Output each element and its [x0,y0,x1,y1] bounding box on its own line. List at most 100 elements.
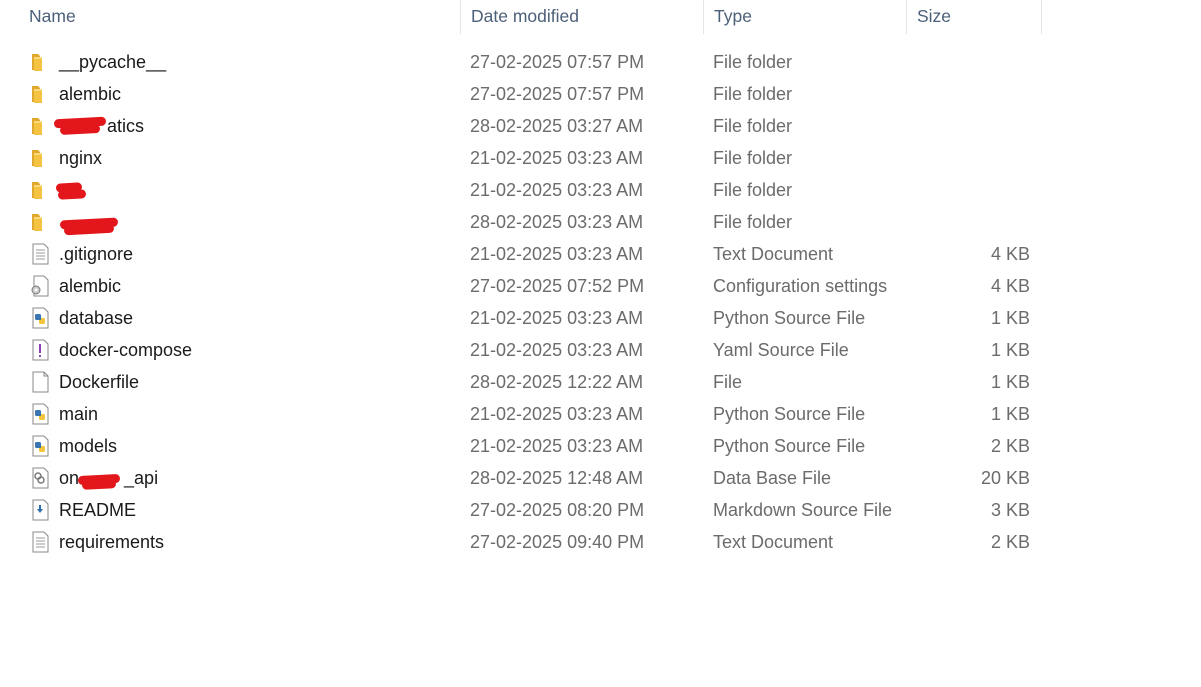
file-type: Yaml Source File [713,340,849,360]
file-type: Configuration settings [713,276,888,296]
file-date-modified: 21-02-2025 03:23 AM [470,148,644,168]
file-date-modified: 27-02-2025 08:20 PM [470,500,645,520]
file-name-part: on [59,468,80,488]
file-date-modified: 21-02-2025 03:23 AM [470,180,644,200]
file-row[interactable]: database 21-02-2025 03:23 AM Python Source… [0,302,1042,334]
python-file-icon [29,307,51,329]
config-settings-icon [29,275,51,297]
file-size: 2 KB [990,532,1030,552]
column-header-type[interactable]: Type [704,0,907,34]
file-row[interactable]: nginx 21-02-2025 03:23 AM File folder [0,142,1042,174]
file-type: File folder [713,116,793,136]
file-date-modified: 28-02-2025 12:22 AM [470,372,644,392]
file-name: main [59,404,99,424]
file-type: File folder [713,84,793,104]
file-name: alembic [59,84,122,104]
file-type: File folder [713,148,793,168]
folder-icon [29,147,51,169]
file-name: Dockerfile [59,372,140,392]
folder-icon [29,179,51,201]
column-header-bar: Name Date modified Type Size [0,0,1042,34]
file-size: 4 KB [990,244,1030,264]
file-row[interactable]: on _api 28-02-2025 12:48 AM Data Base File 2… [0,462,1042,494]
file-type: File folder [713,52,793,72]
folder-icon [29,51,51,73]
file-type: Text Document [713,532,834,552]
file-row[interactable]: __pycache__ 27-02-2025 07:57 PM File folde… [0,46,1042,78]
redaction-mark [81,479,117,490]
python-file-icon [29,403,51,425]
file-type: Markdown Source File [713,500,893,520]
file-row[interactable]: 21-02-2025 03:23 AM File folder [0,174,1042,206]
file-list: __pycache__ 27-02-2025 07:57 PM File folde… [0,46,1042,558]
file-date-modified: 21-02-2025 03:23 AM [470,404,644,424]
file-date-modified: 27-02-2025 09:40 PM [470,532,645,552]
folder-icon [29,83,51,105]
file-name: docker-compose [59,340,193,360]
file-date-modified: 28-02-2025 03:23 AM [470,212,644,232]
file-row[interactable]: alembic 27-02-2025 07:57 PM File folder [0,78,1042,110]
file-type: File folder [713,212,793,232]
file-size: 1 KB [990,404,1030,424]
file-size: 3 KB [990,500,1030,520]
file-type: File folder [713,180,793,200]
folder-icon [29,211,51,233]
text-document-icon [29,243,51,265]
file-type: Data Base File [713,468,832,488]
redaction-mark [57,189,87,200]
file-row[interactable]: .gitignore 21-02-2025 03:23 AM Text Docume… [0,238,1042,270]
blank-file-icon [29,371,51,393]
file-size: 2 KB [990,436,1030,456]
file-size: 1 KB [990,308,1030,328]
file-date-modified: 21-02-2025 03:23 AM [470,308,644,328]
file-name: README [59,500,137,520]
file-date-modified: 21-02-2025 03:23 AM [470,340,644,360]
file-size: 1 KB [990,340,1030,360]
file-row[interactable]: models 21-02-2025 03:23 AM Python Source F… [0,430,1042,462]
file-name: models [59,436,118,456]
file-row[interactable]: atics 28-02-2025 03:27 AM File folder [0,110,1042,142]
file-size: 4 KB [990,276,1030,296]
file-date-modified: 27-02-2025 07:52 PM [470,276,645,296]
python-file-icon [29,435,51,457]
file-date-modified: 21-02-2025 03:23 AM [470,244,644,264]
redaction-mark [59,123,101,136]
file-date-modified: 27-02-2025 07:57 PM [470,84,645,104]
file-size: 1 KB [990,372,1030,392]
file-name-part: _api [124,468,159,488]
file-name: atics [107,116,145,136]
file-row[interactable]: README 27-02-2025 08:20 PM Markdown Source… [0,494,1042,526]
file-date-modified: 21-02-2025 03:23 AM [470,436,644,456]
file-name: alembic [59,276,122,296]
file-row[interactable]: 28-02-2025 03:23 AM File folder [0,206,1042,238]
file-row[interactable]: requirements 27-02-2025 09:40 PM Text Docu… [0,526,1042,558]
yaml-file-icon [29,339,51,361]
file-name: database [59,308,134,328]
file-type: Python Source File [713,404,866,424]
file-type: File [713,372,743,392]
file-name: nginx [59,148,103,168]
file-size: 20 KB [980,468,1030,488]
file-row[interactable]: main 21-02-2025 03:23 AM Python Source Fil… [0,398,1042,430]
file-row[interactable]: docker-compose 21-02-2025 03:23 AM Yaml So… [0,334,1042,366]
file-date-modified: 28-02-2025 12:48 AM [470,468,644,488]
file-explorer: Name Date modified Type Size __pycache__… [0,0,1201,687]
file-type: Text Document [713,244,834,264]
file-date-modified: 27-02-2025 07:57 PM [470,52,645,72]
file-name: .gitignore [59,244,134,264]
file-date-modified: 28-02-2025 03:27 AM [470,116,644,136]
file-row[interactable]: alembic 27-02-2025 07:52 PM Configuration … [0,270,1042,302]
redaction-mark [63,223,115,236]
file-type: Python Source File [713,308,866,328]
file-name: __pycache__ [59,52,167,72]
file-row[interactable]: Dockerfile 28-02-2025 12:22 AM File 1 KB [0,366,1042,398]
column-header-date-modified[interactable]: Date modified [461,0,704,34]
markdown-file-icon [29,499,51,521]
file-name: requirements [59,532,165,552]
text-document-icon [29,531,51,553]
folder-icon [29,115,51,137]
database-file-icon [29,467,51,489]
file-type: Python Source File [713,436,866,456]
column-header-size[interactable]: Size [907,0,1042,34]
column-header-name[interactable]: Name [0,0,461,34]
